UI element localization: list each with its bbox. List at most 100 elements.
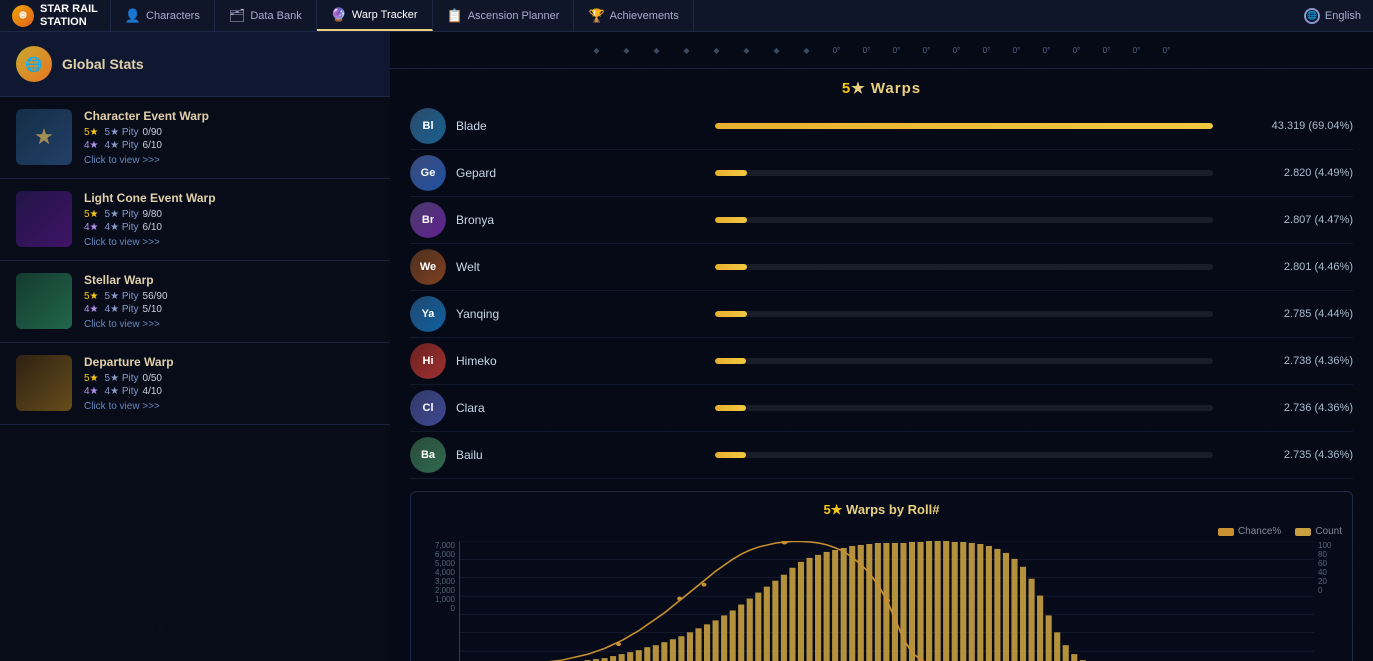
icon-cell: 0° <box>1152 38 1182 62</box>
char-list: Bl Blade 43.319 (69.04%) Ge Gepard 2.820… <box>390 103 1373 479</box>
warp-card-departure[interactable]: Departure Warp 5★ 5★ Pity 0/50 4★ 4★ Pit… <box>0 343 390 425</box>
warp-info-lc: Light Cone Event Warp 5★ 5★ Pity 9/80 4★… <box>84 191 374 248</box>
char-name: Himeko <box>456 354 705 368</box>
char-name: Yanqing <box>456 307 705 321</box>
icon-cell: ◆ <box>792 38 822 62</box>
char-row[interactable]: We Welt 2.801 (4.46%) <box>410 244 1353 291</box>
char-stat: 2.736 (4.36%) <box>1223 402 1353 414</box>
icon-cell: ◆ <box>672 38 702 62</box>
pity-val-4star-departure: 4/10 <box>143 386 162 397</box>
char-bar-wrap <box>715 358 1213 364</box>
char-avatar: Ba <box>410 437 446 473</box>
chart-svg <box>460 541 1314 661</box>
icon-cell: ◆ <box>702 38 732 62</box>
warp-name-departure: Departure Warp <box>84 355 374 369</box>
char-row[interactable]: Ge Gepard 2.820 (4.49%) <box>410 150 1353 197</box>
click-view-stellar[interactable]: Click to view >>> <box>84 319 374 330</box>
nav-characters[interactable]: 👤 Characters <box>111 0 215 31</box>
char-bar <box>715 358 746 364</box>
pity-row-4star-char: 4★ 4★ Pity 6/10 <box>84 140 374 151</box>
char-row[interactable]: Ya Yanqing 2.785 (4.44%) <box>410 291 1353 338</box>
char-avatar-inner: Cl <box>410 390 446 426</box>
char-stat: 2.738 (4.36%) <box>1223 355 1353 367</box>
globe-icon: 🌐 <box>1304 8 1320 24</box>
star4-icon-departure: 4★ <box>84 386 99 397</box>
char-bar <box>715 123 1213 129</box>
char-name: Bronya <box>456 213 705 227</box>
char-bar <box>715 217 747 223</box>
click-view-departure[interactable]: Click to view >>> <box>84 401 374 412</box>
warp-name-lc: Light Cone Event Warp <box>84 191 374 205</box>
char-avatar-inner: Bl <box>410 108 446 144</box>
warp-info-char: Character Event Warp 5★ 5★ Pity 0/90 4★ … <box>84 109 374 166</box>
nav-databank-label: Data Bank <box>250 10 301 22</box>
char-avatar-inner: Br <box>410 202 446 238</box>
icon-cell: 0° <box>942 38 972 62</box>
characters-icon: 👤 <box>125 8 141 24</box>
logo-icon: ⊛ <box>12 5 34 27</box>
warp-card-stellar[interactable]: Stellar Warp 5★ 5★ Pity 56/90 4★ 4★ Pity… <box>0 261 390 343</box>
pity-label-5star-departure: 5★ Pity <box>105 373 139 384</box>
chart-star: 5★ <box>824 502 843 517</box>
chart-title: 5★ Warps by Roll# <box>421 502 1342 518</box>
pity-label-5star-char: 5★ Pity <box>105 127 139 138</box>
warp-thumb-lc <box>16 191 72 247</box>
pity-val-5star-stellar: 56/90 <box>143 291 168 302</box>
char-avatar-inner: Ba <box>410 437 446 473</box>
warp-name-stellar: Stellar Warp <box>84 273 374 287</box>
click-view-char[interactable]: Click to view >>> <box>84 155 374 166</box>
char-bar <box>715 170 747 176</box>
nav-ascension-label: Ascension Planner <box>468 10 560 22</box>
chart-title-text: Warps by Roll# <box>846 502 939 517</box>
pity-label-4star-departure: 4★ Pity <box>105 386 139 397</box>
char-row[interactable]: Cl Clara 2.736 (4.36%) <box>410 385 1353 432</box>
icon-cell: 0° <box>852 38 882 62</box>
char-row[interactable]: Br Bronya 2.807 (4.47%) <box>410 197 1353 244</box>
pity-row-4star-stellar: 4★ 4★ Pity 5/10 <box>84 304 374 315</box>
char-name: Blade <box>456 119 705 133</box>
nav-ascension[interactable]: 📋 Ascension Planner <box>433 0 575 31</box>
star5-icon-char: 5★ <box>84 127 99 138</box>
pity-val-5star-departure: 0/50 <box>143 373 162 384</box>
achievements-icon: 🏆 <box>588 8 604 24</box>
nav-achievements[interactable]: 🏆 Achievements <box>574 0 693 31</box>
char-name: Bailu <box>456 448 705 462</box>
language-label: English <box>1325 10 1361 22</box>
char-bar-wrap <box>715 452 1213 458</box>
icon-cell: ◆ <box>642 38 672 62</box>
icon-row: ◆ ◆ ◆ ◆ ◆ ◆ ◆ ◆ 0° 0° 0° 0° 0° 0° 0° 0° … <box>390 32 1373 69</box>
sidebar: 🌐 Global Stats Character Event Warp 5★ 5… <box>0 32 390 661</box>
warp-info-departure: Departure Warp 5★ 5★ Pity 0/50 4★ 4★ Pit… <box>84 355 374 412</box>
star5-icon-lc: 5★ <box>84 209 99 220</box>
nav-warptracker[interactable]: 🔮 Warp Tracker <box>317 0 433 31</box>
warp-card-char[interactable]: Character Event Warp 5★ 5★ Pity 0/90 4★ … <box>0 97 390 179</box>
pity-row-5star-char: 5★ 5★ Pity 0/90 <box>84 127 374 138</box>
chart-y-right: 100 80 60 40 20 0 <box>1314 541 1342 595</box>
icon-cell: ◆ <box>762 38 792 62</box>
char-avatar: Ge <box>410 155 446 191</box>
warp-name-char: Character Event Warp <box>84 109 374 123</box>
char-row[interactable]: Ba Bailu 2.735 (4.36%) <box>410 432 1353 479</box>
char-avatar: Cl <box>410 390 446 426</box>
icon-cell: 0° <box>912 38 942 62</box>
icon-cell: 0° <box>1002 38 1032 62</box>
icon-cell: ◆ <box>612 38 642 62</box>
char-bar-wrap <box>715 405 1213 411</box>
warp-thumb-char <box>16 109 72 165</box>
click-view-lc[interactable]: Click to view >>> <box>84 237 374 248</box>
star5-icon-departure: 5★ <box>84 373 99 384</box>
icon-cell: ◆ <box>732 38 762 62</box>
warp-card-lc[interactable]: Light Cone Event Warp 5★ 5★ Pity 9/80 4★… <box>0 179 390 261</box>
logo-area[interactable]: ⊛ STAR RAILSTATION <box>0 0 111 31</box>
warp-thumb-stellar <box>16 273 72 329</box>
warp-info-stellar: Stellar Warp 5★ 5★ Pity 56/90 4★ 4★ Pity… <box>84 273 374 330</box>
warp-thumb-departure <box>16 355 72 411</box>
language-switcher[interactable]: 🌐 English <box>1292 8 1373 24</box>
global-stats-header: 🌐 Global Stats <box>0 32 390 97</box>
section-5star-title: 5★ Warps <box>390 69 1373 103</box>
char-row[interactable]: Bl Blade 43.319 (69.04%) <box>410 103 1353 150</box>
char-row[interactable]: Hi Himeko 2.738 (4.36%) <box>410 338 1353 385</box>
char-bar-wrap <box>715 217 1213 223</box>
nav-characters-label: Characters <box>146 10 200 22</box>
nav-databank[interactable]: 🗂 Data Bank <box>215 0 317 31</box>
